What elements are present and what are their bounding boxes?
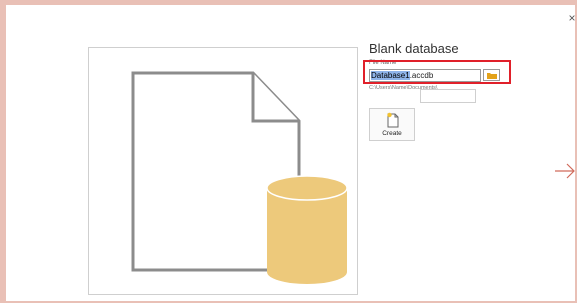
create-button[interactable]: Create — [369, 108, 415, 141]
page-title: Blank database — [369, 41, 459, 56]
close-icon[interactable]: × — [565, 11, 577, 25]
new-document-icon — [387, 112, 399, 128]
database-preview-image — [88, 47, 358, 295]
file-name-highlight-box — [363, 60, 511, 84]
path-box — [420, 89, 476, 103]
create-label: Create — [382, 130, 402, 137]
blank-database-dialog: × Blank database File Name Database1.acc… — [6, 5, 577, 301]
arrow-right-icon[interactable] — [554, 162, 576, 180]
blank-database-illustration — [131, 71, 348, 284]
